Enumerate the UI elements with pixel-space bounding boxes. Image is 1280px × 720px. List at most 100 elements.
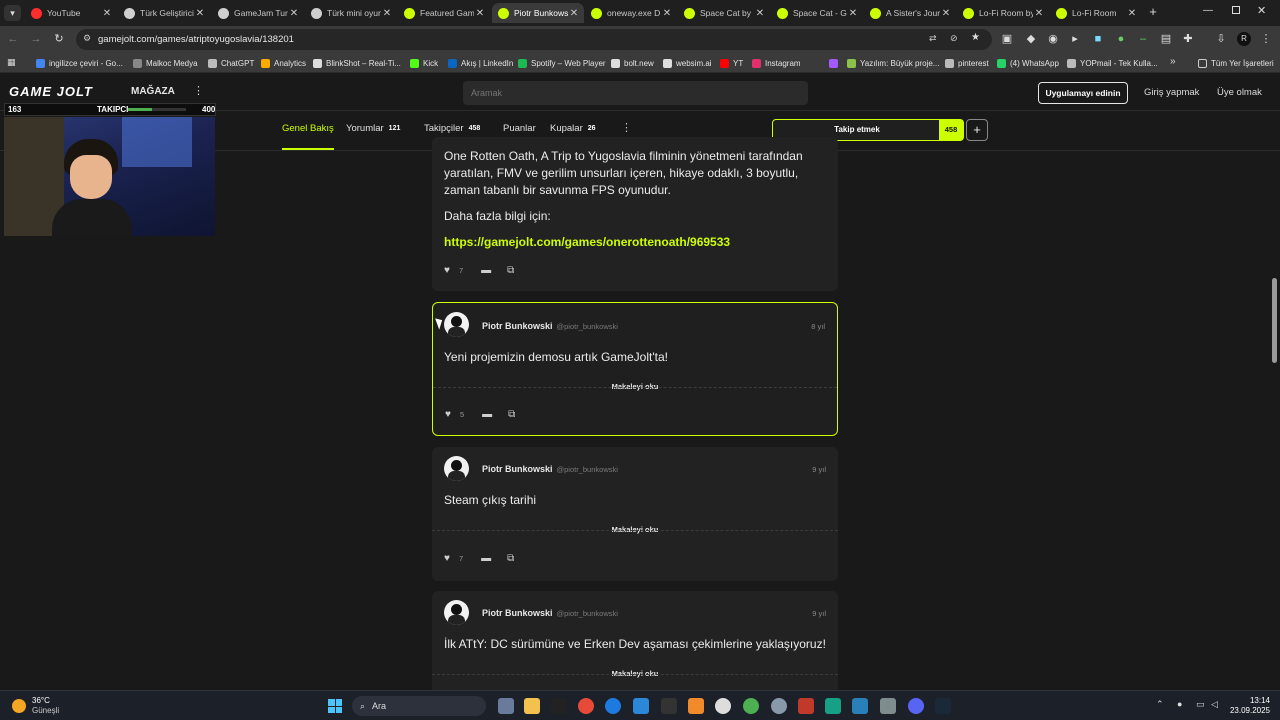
close-window-button[interactable]: ✕ [1257,4,1266,17]
subnav-tab[interactable]: Genel Bakış [282,123,334,134]
signup-link[interactable]: Üye olmak [1217,87,1262,98]
tab-close-icon[interactable]: ✕ [940,8,952,19]
bookmark-item[interactable]: Akış | LinkedIn [448,56,513,70]
extensions-puzzle-icon[interactable]: ✚ [1181,32,1195,46]
bookmark-item[interactable]: Spotify – Web Player [518,56,606,70]
like-icon[interactable]: ♥ [444,265,450,276]
task-view-icon[interactable] [498,698,514,714]
app-icon-3[interactable] [605,698,621,714]
bookmark-item[interactable]: YOPmail - Tek Kulla... [1067,56,1158,70]
menu-kebab-icon[interactable]: ⋮ [1259,32,1273,46]
app-icon-9[interactable] [880,698,896,714]
reload-icon[interactable]: ↻ [52,32,66,46]
add-button[interactable]: + [966,119,988,141]
bookmark-item[interactable]: bolt.new [611,56,654,70]
weather-widget[interactable]: 36°C Güneşli [12,696,59,716]
extension-5-icon[interactable]: – [1136,32,1150,46]
bookmark-item[interactable]: websim.ai [663,56,712,70]
site-info-icon[interactable]: ⚙ [83,33,91,44]
bookmark-item-figma[interactable] [829,56,842,70]
minimize-button[interactable]: — [1203,5,1213,16]
tab-close-icon[interactable]: ✕ [1126,8,1138,19]
settings-icon[interactable] [771,698,787,714]
browser-tab[interactable]: A Sister's Jour ✕ [864,3,956,23]
post-card[interactable]: Piotr Bunkowski @piotr_bunkowski 9 yıl İl… [432,591,838,690]
tab-close-icon[interactable]: ✕ [661,8,673,19]
all-bookmarks-folder[interactable]: Tüm Yer İşaretleri [1198,56,1274,70]
browser-tab[interactable]: Space Cat - Ga ✕ [771,3,863,23]
browser-tab[interactable]: YouTube ✕ [25,3,117,23]
discord-icon[interactable] [908,698,924,714]
browser-tab[interactable]: oneway.exe D ✕ [585,3,677,23]
extension-4-icon[interactable]: ● [1114,32,1128,46]
subnav-tab[interactable]: Yorumlar 121 [346,123,400,134]
download-icon[interactable]: ⇩ [1214,32,1228,46]
browser-tab[interactable]: Lo-Fi Room ✕ [1050,3,1142,23]
post-card-highlighted[interactable]: Piotr Bunkowski @piotr_bunkowski 8 yıl Ye… [432,302,838,436]
tab-close-icon[interactable]: ✕ [474,8,486,19]
steam-icon[interactable] [935,698,951,714]
tab-close-icon[interactable]: ✕ [568,8,580,19]
sidepanel-icon[interactable]: ▤ [1159,32,1173,46]
tab-close-icon[interactable]: ✕ [381,8,393,19]
comment-icon[interactable]: ▬ [482,409,492,420]
tab-close-icon[interactable]: ✕ [754,8,766,19]
bookmark-item[interactable]: Instagram [752,56,801,70]
browser-tab[interactable]: GameJam Turk ✕ [212,3,304,23]
file-explorer-icon[interactable] [524,698,540,714]
app-icon-4[interactable] [661,698,677,714]
app-icon-2[interactable] [578,698,594,714]
app-icon-8[interactable] [852,698,868,714]
page-scrollbar[interactable] [1272,278,1277,363]
subnav-more-icon[interactable]: ⋮ [621,121,632,134]
tab-close-icon[interactable]: ✕ [1033,8,1045,19]
gamejolt-logo[interactable]: GAME JOLT [9,84,93,99]
bookmark-item[interactable]: Kick [410,56,438,70]
tab-close-icon[interactable]: ✕ [288,8,300,19]
subnav-tab[interactable]: Takipçiler 458 [424,123,480,134]
taskbar-search[interactable]: ⌕ Ara [352,696,486,716]
author-name[interactable]: Piotr Bunkowski @piotr_bunkowski [482,464,618,474]
shield-icon[interactable]: ◆ [1024,32,1038,46]
comment-icon[interactable]: ▬ [481,265,491,276]
extension-icon[interactable]: ▣ [1000,32,1014,46]
extension-3-icon[interactable]: ■ [1091,32,1105,46]
tab-close-icon[interactable]: ✕ [194,8,206,19]
like-icon[interactable]: ♥ [444,553,450,564]
bookmark-item[interactable]: ChatGPT [208,56,254,70]
app-icon-7[interactable] [825,698,841,714]
vscode-icon[interactable] [633,698,649,714]
bookmark-item[interactable]: Malkoc Medya [133,56,198,70]
browser-tab[interactable]: Piotr Bunkows ✕ [492,3,584,23]
more-bookmarks-icon[interactable]: » [1170,56,1176,67]
new-tab-button[interactable]: + [1146,5,1160,19]
bookmark-item[interactable]: pinterest [945,56,989,70]
login-link[interactable]: Giriş yapmak [1144,87,1199,98]
share-icon[interactable]: ⧉ [507,553,514,564]
bookmark-star-icon[interactable]: ★ [971,32,980,43]
app-icon-5[interactable] [688,698,704,714]
chrome-icon[interactable] [743,698,759,714]
author-avatar[interactable] [444,312,469,337]
browser-tab[interactable]: Lo-Fi Room by ✕ [957,3,1049,23]
like-icon[interactable]: ♥ [445,409,451,420]
browser-tab[interactable]: Türk Geliştirici ✕ [118,3,210,23]
bookmark-item[interactable]: (4) WhatsApp [997,56,1059,70]
bookmark-item[interactable]: YT [720,56,743,70]
browser-tab[interactable]: Space Cat by ✕ [678,3,770,23]
tab-close-icon[interactable]: ✕ [101,8,113,19]
extension-2-icon[interactable]: ◉ [1046,32,1060,46]
author-avatar[interactable] [444,600,469,625]
network-icon[interactable]: ▭ [1196,699,1205,710]
author-avatar[interactable] [444,456,469,481]
subnav-tab[interactable]: Puanlar [503,123,536,134]
comment-icon[interactable]: ▬ [481,553,491,564]
browser-tab[interactable]: Featured Gam ✕ [398,3,490,23]
share-icon[interactable]: ⧉ [507,265,514,276]
clock[interactable]: 13:14 23.09.2025 [1226,696,1270,716]
share-icon[interactable]: ⧉ [508,409,515,420]
author-name[interactable]: Piotr Bunkowski @piotr_bunkowski [482,608,618,618]
author-name[interactable]: Piotr Bunkowski @piotr_bunkowski [482,321,618,331]
post-card[interactable]: Piotr Bunkowski @piotr_bunkowski 9 yıl St… [432,447,838,581]
apps-grid-icon[interactable]: ▦ [7,57,16,68]
